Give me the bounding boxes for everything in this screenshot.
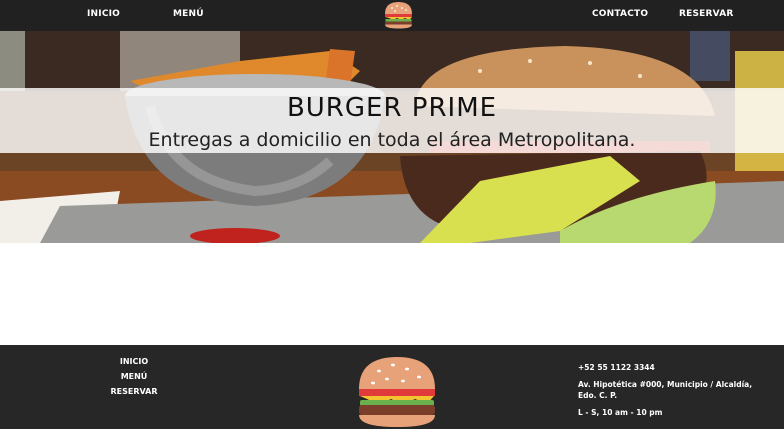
top-navigation: INICIO MENÚ CONTACTO RESERVAR [0, 0, 784, 31]
nav-link-contacto[interactable]: CONTACTO [592, 9, 648, 19]
footer-link-inicio[interactable]: INICIO [104, 357, 164, 366]
footer-phone: +52 55 1122 3344 [578, 363, 655, 372]
burger-logo-icon[interactable] [383, 0, 414, 30]
hero-title: BURGER PRIME [286, 93, 498, 123]
nav-link-menu[interactable]: MENÚ [173, 9, 204, 19]
footer-hours: L - S, 10 am - 10 pm [578, 408, 663, 417]
hero-subtitle: Entregas a domicilio en toda el área Met… [148, 129, 636, 151]
hero-section: BURGER PRIME Entregas a domicilio en tod… [0, 31, 784, 243]
nav-link-reservar[interactable]: RESERVAR [679, 9, 734, 19]
footer-link-reservar[interactable]: RESERVAR [104, 387, 164, 396]
footer-address-line1: Av. Hipotética #000, Municipio / Alcaldí… [578, 380, 753, 389]
burger-icon [359, 357, 435, 427]
footer-link-menu[interactable]: MENÚ [104, 372, 164, 381]
nav-link-inicio[interactable]: INICIO [87, 9, 120, 19]
footer-address-line2: Edo. C. P. [578, 391, 618, 400]
footer: INICIO MENÚ RESERVAR +52 55 1122 3344 Av… [0, 345, 784, 429]
